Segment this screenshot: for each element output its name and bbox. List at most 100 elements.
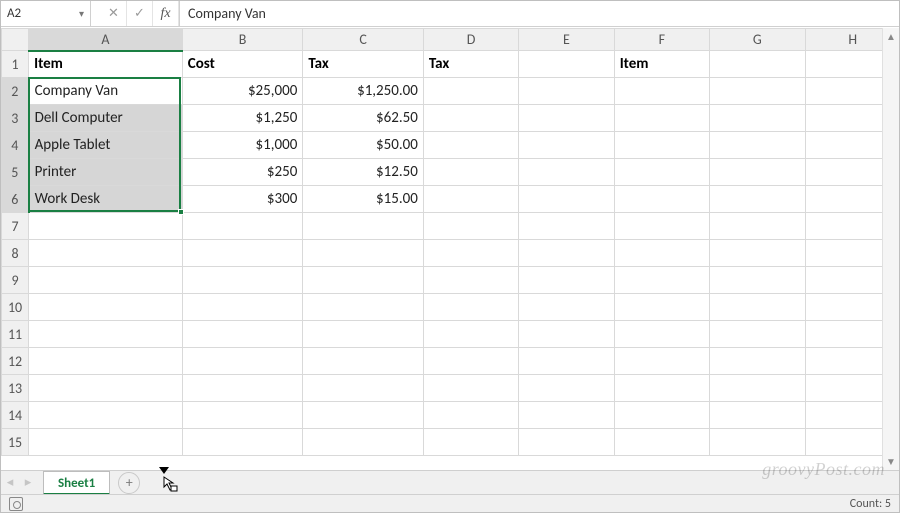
cell-G15[interactable]: [710, 429, 805, 456]
column-header-A[interactable]: A: [29, 29, 183, 51]
cell-E2[interactable]: [519, 78, 614, 105]
row-header-11[interactable]: 11: [2, 321, 29, 348]
scroll-up-icon[interactable]: ▲: [883, 28, 899, 45]
select-all-corner[interactable]: [2, 29, 29, 51]
cell-D9[interactable]: [423, 267, 518, 294]
cell-G8[interactable]: [710, 240, 805, 267]
sheet-tab-active[interactable]: Sheet1: [43, 471, 110, 495]
cell-G14[interactable]: [710, 402, 805, 429]
scroll-down-icon[interactable]: ▼: [883, 453, 899, 470]
cell-B3[interactable]: $1,250: [182, 105, 303, 132]
cell-C15[interactable]: [303, 429, 424, 456]
cell-D14[interactable]: [423, 402, 518, 429]
cell-D8[interactable]: [423, 240, 518, 267]
cell-A10[interactable]: [29, 294, 183, 321]
cell-E4[interactable]: [519, 132, 614, 159]
cell-F3[interactable]: [614, 105, 709, 132]
cell-C14[interactable]: [303, 402, 424, 429]
cell-D3[interactable]: [423, 105, 518, 132]
cell-E12[interactable]: [519, 348, 614, 375]
cell-A11[interactable]: [29, 321, 183, 348]
cell-D4[interactable]: [423, 132, 518, 159]
cell-G4[interactable]: [710, 132, 805, 159]
cell-A8[interactable]: [29, 240, 183, 267]
cell-E10[interactable]: [519, 294, 614, 321]
cell-G10[interactable]: [710, 294, 805, 321]
cell-B8[interactable]: [182, 240, 303, 267]
cell-G5[interactable]: [710, 159, 805, 186]
cell-E8[interactable]: [519, 240, 614, 267]
cell-A9[interactable]: [29, 267, 183, 294]
cell-F1[interactable]: Item: [614, 51, 709, 78]
cell-C6[interactable]: $15.00: [303, 186, 424, 213]
cell-B4[interactable]: $1,000: [182, 132, 303, 159]
cell-A4[interactable]: Apple Tablet: [29, 132, 183, 159]
row-header-1[interactable]: 1: [2, 51, 29, 78]
cell-G2[interactable]: [710, 78, 805, 105]
cell-G6[interactable]: [710, 186, 805, 213]
row-header-6[interactable]: 6: [2, 186, 29, 213]
cell-F12[interactable]: [614, 348, 709, 375]
worksheet-grid[interactable]: ABCDEFGH1ItemCostTaxTaxItem2Company Van$…: [1, 28, 899, 470]
cell-C9[interactable]: [303, 267, 424, 294]
formula-input[interactable]: Company Van: [179, 1, 899, 26]
cell-C3[interactable]: $62.50: [303, 105, 424, 132]
cell-D10[interactable]: [423, 294, 518, 321]
cell-E9[interactable]: [519, 267, 614, 294]
cell-C8[interactable]: [303, 240, 424, 267]
row-header-14[interactable]: 14: [2, 402, 29, 429]
cell-B13[interactable]: [182, 375, 303, 402]
cell-D12[interactable]: [423, 348, 518, 375]
cell-F11[interactable]: [614, 321, 709, 348]
cell-B1[interactable]: Cost: [182, 51, 303, 78]
cell-C10[interactable]: [303, 294, 424, 321]
row-header-9[interactable]: 9: [2, 267, 29, 294]
new-sheet-button[interactable]: +: [118, 472, 140, 494]
cell-C2[interactable]: $1,250.00: [303, 78, 424, 105]
row-header-8[interactable]: 8: [2, 240, 29, 267]
row-header-3[interactable]: 3: [2, 105, 29, 132]
cell-B10[interactable]: [182, 294, 303, 321]
row-header-13[interactable]: 13: [2, 375, 29, 402]
cell-C13[interactable]: [303, 375, 424, 402]
cell-B2[interactable]: $25,000: [182, 78, 303, 105]
cell-A1[interactable]: Item: [29, 51, 183, 78]
record-macro-icon[interactable]: [9, 497, 23, 511]
row-header-7[interactable]: 7: [2, 213, 29, 240]
enter-button[interactable]: ✓: [127, 1, 153, 26]
cell-F14[interactable]: [614, 402, 709, 429]
cell-D1[interactable]: Tax: [423, 51, 518, 78]
cell-F4[interactable]: [614, 132, 709, 159]
cell-E3[interactable]: [519, 105, 614, 132]
insert-function-button[interactable]: fx: [153, 1, 179, 26]
cell-B15[interactable]: [182, 429, 303, 456]
row-header-15[interactable]: 15: [2, 429, 29, 456]
cell-D15[interactable]: [423, 429, 518, 456]
cell-E11[interactable]: [519, 321, 614, 348]
cell-A3[interactable]: Dell Computer: [29, 105, 183, 132]
name-box[interactable]: A2 ▾: [1, 1, 91, 26]
cell-B12[interactable]: [182, 348, 303, 375]
vertical-scrollbar[interactable]: ▲ ▼: [882, 28, 899, 470]
cell-F9[interactable]: [614, 267, 709, 294]
cell-B7[interactable]: [182, 213, 303, 240]
cell-D7[interactable]: [423, 213, 518, 240]
cell-E5[interactable]: [519, 159, 614, 186]
column-header-G[interactable]: G: [710, 29, 805, 51]
cell-C12[interactable]: [303, 348, 424, 375]
cell-B5[interactable]: $250: [182, 159, 303, 186]
row-header-5[interactable]: 5: [2, 159, 29, 186]
cell-D13[interactable]: [423, 375, 518, 402]
cell-C4[interactable]: $50.00: [303, 132, 424, 159]
cell-E1[interactable]: [519, 51, 614, 78]
cell-A5[interactable]: Printer: [29, 159, 183, 186]
cell-G9[interactable]: [710, 267, 805, 294]
cell-F5[interactable]: [614, 159, 709, 186]
tab-nav-next[interactable]: ▸: [19, 475, 37, 490]
cell-G3[interactable]: [710, 105, 805, 132]
cell-A14[interactable]: [29, 402, 183, 429]
row-header-2[interactable]: 2: [2, 78, 29, 105]
cell-E14[interactable]: [519, 402, 614, 429]
column-header-F[interactable]: F: [614, 29, 709, 51]
cell-F6[interactable]: [614, 186, 709, 213]
